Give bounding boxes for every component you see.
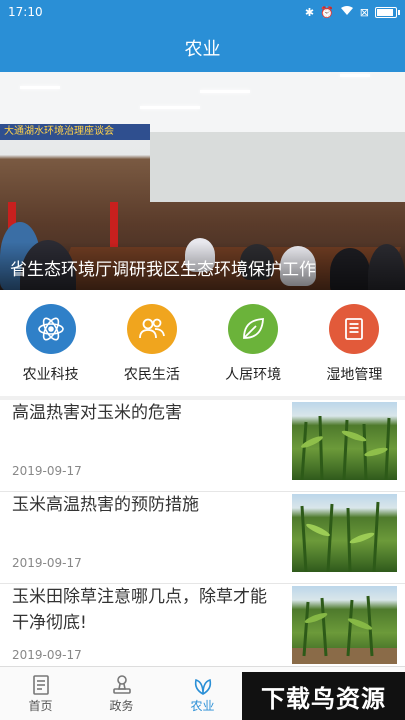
news-title: 高温热害对玉米的危害 — [12, 403, 182, 423]
tab-label: 首页 — [28, 699, 53, 713]
news-item[interactable]: 高温热害对玉米的危害 2019-09-17 — [0, 400, 405, 492]
battery-icon — [375, 6, 400, 18]
bluetooth-icon: ✱ — [304, 5, 315, 19]
wifi-icon — [340, 5, 354, 19]
banner-signboard: 大通湖水环境治理座谈会 — [0, 124, 150, 140]
category-grid: 农业科技 农民生活 人居环境 湿地管理 — [0, 290, 405, 396]
news-thumbnail — [292, 402, 397, 480]
news-title: 玉米高温热害的预防措施 — [12, 495, 199, 515]
tab-government[interactable]: 政务 — [81, 667, 162, 720]
news-list: 高温热害对玉米的危害 2019-09-17 玉米高温热害的预防措施 2019-0… — [0, 400, 405, 666]
tab-label: 农业 — [190, 699, 215, 713]
news-item[interactable]: 玉米高温热害的预防措施 2019-09-17 — [0, 492, 405, 584]
watermark-logo: 下载鸟资源 — [242, 672, 405, 720]
banner-caption-text: 省生态环境厅调研我区生态环境保护工作 — [10, 260, 316, 280]
category-living-environment[interactable]: 人居环境 — [203, 290, 304, 396]
category-label: 人居环境 — [225, 367, 282, 383]
page-title: 农业 — [184, 39, 221, 60]
status-time: 17:10 — [8, 5, 43, 19]
ceiling-light — [340, 74, 370, 77]
category-wetland-management[interactable]: 湿地管理 — [304, 290, 405, 396]
atom-icon — [25, 304, 76, 354]
leaf-icon — [194, 678, 211, 695]
news-date: 2019-09-17 — [12, 556, 82, 570]
home-icon — [32, 675, 49, 695]
page-header: 农业 — [0, 24, 405, 72]
ceiling-light — [140, 106, 200, 109]
banner-wall — [150, 132, 405, 202]
alarm-icon: ⏰ — [320, 5, 334, 19]
banner-caption: 省生态环境厅调研我区生态环境保护工作 — [0, 242, 405, 290]
tab-home[interactable]: 首页 — [0, 667, 81, 720]
news-item[interactable]: 玉米田除草注意哪几点，除草才能干净彻底! 2019-09-17 — [0, 584, 405, 666]
category-agri-tech[interactable]: 农业科技 — [0, 290, 101, 396]
status-bar: 17:10 ✱ ⏰ ⊠ — [0, 0, 405, 24]
tab-label: 政务 — [109, 699, 134, 713]
stamp-icon — [112, 675, 131, 694]
people-icon — [126, 304, 177, 354]
category-farmer-life[interactable]: 农民生活 — [101, 290, 202, 396]
leaf-icon — [228, 304, 279, 354]
category-label: 农民生活 — [123, 367, 180, 383]
banner-ceiling — [0, 72, 405, 132]
category-label: 农业科技 — [22, 367, 79, 383]
status-icons: ✱ ⏰ ⊠ — [304, 5, 400, 19]
ceiling-light — [20, 86, 60, 89]
document-icon — [329, 304, 380, 354]
news-thumbnail — [292, 494, 397, 572]
news-title: 玉米田除草注意哪几点，除草才能干净彻底! — [12, 587, 267, 633]
news-thumbnail — [292, 586, 397, 664]
banner-carousel[interactable]: 大通湖水环境治理座谈会 省生态环境厅调研我区生态环境保护工作 — [0, 72, 405, 290]
ceiling-light — [200, 90, 250, 93]
sim-icon: ⊠ — [359, 5, 369, 19]
category-label: 湿地管理 — [326, 367, 383, 383]
news-date: 2019-09-17 — [12, 648, 82, 662]
tab-agriculture[interactable]: 农业 — [162, 667, 243, 720]
news-date: 2019-09-17 — [12, 464, 82, 478]
